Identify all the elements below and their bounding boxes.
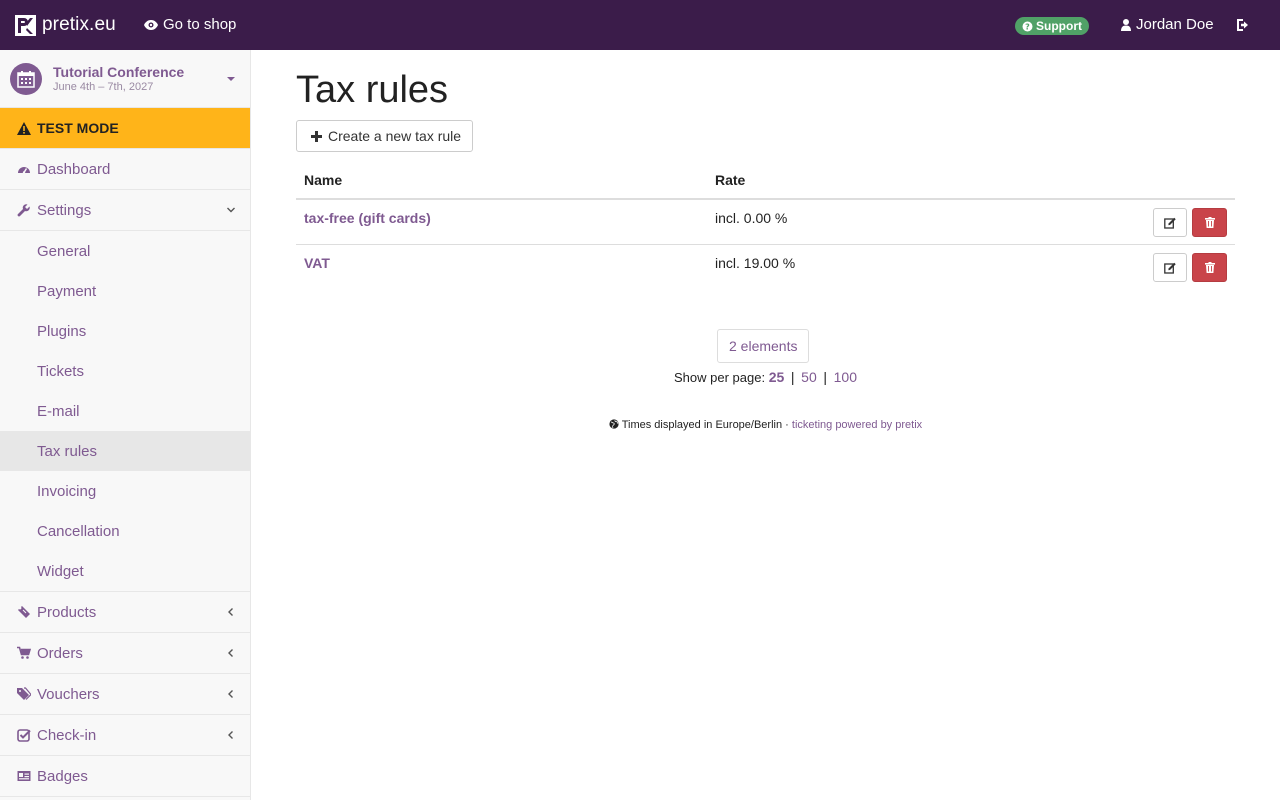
sidebar-item-tax-rules[interactable]: Tax rules xyxy=(0,431,250,471)
per-page-selector: Show per page: 25 | 50 | 100 xyxy=(251,369,1280,385)
sidebar-label-dashboard: Dashboard xyxy=(37,160,111,178)
tax-rule-rate: incl. 0.00 % xyxy=(715,210,788,226)
chevron-left-icon xyxy=(228,608,233,616)
support-label: Support xyxy=(1036,19,1082,33)
sidebar: Tutorial Conference June 4th – 7th, 2027… xyxy=(0,50,251,800)
pretix-powered-link[interactable]: ticketing powered by pretix xyxy=(792,419,922,431)
trash-icon xyxy=(1204,217,1215,228)
footer-timezone: Times displayed in Europe/Berlin xyxy=(621,419,783,431)
chevron-left-icon xyxy=(228,731,233,739)
event-dates: June 4th – 7th, 2027 xyxy=(53,81,154,93)
sidebar-item-general[interactable]: General xyxy=(0,231,250,271)
logout-icon[interactable] xyxy=(1236,18,1250,32)
tax-rules-table: Name Rate tax-free (gift cards) incl. 0.… xyxy=(296,164,1235,290)
chevron-left-icon xyxy=(228,690,233,698)
sidebar-item-badges[interactable]: Badges xyxy=(0,756,250,797)
table-header: Name Rate xyxy=(296,164,1235,200)
per-page-label: Show per page: xyxy=(674,370,766,385)
svg-text:?: ? xyxy=(1025,22,1030,31)
go-to-shop-link[interactable]: Go to shop xyxy=(144,16,236,33)
per-page-separator: | xyxy=(790,369,795,385)
top-navbar: pretix.eu Go to shop ? Support Jordan Do… xyxy=(0,0,1280,50)
edit-icon xyxy=(1164,262,1176,274)
chevron-left-icon xyxy=(228,649,233,657)
tax-rule-rate: incl. 19.00 % xyxy=(715,255,796,271)
trash-icon xyxy=(1204,262,1215,273)
sidebar-label-vouchers: Vouchers xyxy=(37,685,100,703)
sidebar-label-check-in: Check-in xyxy=(37,726,97,744)
pretix-logo-icon xyxy=(15,14,36,36)
brand-name: pretix.eu xyxy=(42,14,116,35)
delete-button[interactable] xyxy=(1192,208,1227,237)
settings-submenu: General Payment Plugins Tickets E-mail T… xyxy=(0,231,250,592)
globe-icon xyxy=(609,419,619,429)
brand-link[interactable]: pretix.eu xyxy=(15,14,116,36)
shopping-cart-icon xyxy=(17,646,31,659)
table-row: tax-free (gift cards) incl. 0.00 % xyxy=(296,200,1235,245)
support-badge[interactable]: ? Support xyxy=(1015,17,1089,35)
tags-icon xyxy=(17,687,31,700)
warning-icon xyxy=(17,121,31,135)
question-circle-icon: ? xyxy=(1022,21,1033,31)
tax-rule-name-link[interactable]: VAT xyxy=(304,255,330,271)
go-to-shop-label: Go to shop xyxy=(163,16,237,33)
test-mode-banner[interactable]: TEST MODE xyxy=(0,108,250,149)
per-page-option-50[interactable]: 50 xyxy=(801,369,817,385)
sidebar-item-dashboard[interactable]: Dashboard xyxy=(0,149,250,190)
page-title: Tax rules xyxy=(296,69,449,111)
edit-icon xyxy=(1164,217,1176,229)
caret-down-icon xyxy=(227,77,235,81)
sidebar-label-products: Products xyxy=(37,603,97,621)
user-name: Jordan Doe xyxy=(1136,16,1214,33)
sidebar-item-widget[interactable]: Widget xyxy=(0,551,250,591)
per-page-separator: | xyxy=(823,369,828,385)
sidebar-label-badges: Badges xyxy=(37,767,88,785)
sidebar-item-email[interactable]: E-mail xyxy=(0,391,250,431)
footer: Times displayed in Europe/Berlin · ticke… xyxy=(251,419,1280,431)
sidebar-item-settings[interactable]: Settings xyxy=(0,190,250,231)
per-page-option-100[interactable]: 100 xyxy=(834,369,857,385)
event-name: Tutorial Conference xyxy=(53,64,185,80)
sidebar-label-orders: Orders xyxy=(37,644,83,662)
sidebar-item-products[interactable]: Products xyxy=(0,592,250,633)
table-row: VAT incl. 19.00 % xyxy=(296,245,1235,290)
event-switcher[interactable]: Tutorial Conference June 4th – 7th, 2027 xyxy=(0,50,250,108)
main-content: Tax rules Create a new tax rule Name Rat… xyxy=(251,50,1280,800)
edit-button[interactable] xyxy=(1153,253,1187,282)
test-mode-label: TEST MODE xyxy=(37,120,119,136)
calendar-icon xyxy=(10,63,42,95)
user-menu-link[interactable]: Jordan Doe xyxy=(1121,16,1214,33)
plus-icon xyxy=(311,130,322,142)
sidebar-item-check-in[interactable]: Check-in xyxy=(0,715,250,756)
delete-button[interactable] xyxy=(1192,253,1227,282)
column-header-rate: Rate xyxy=(715,172,746,188)
create-tax-rule-button[interactable]: Create a new tax rule xyxy=(296,120,474,152)
wrench-icon xyxy=(17,204,30,217)
sidebar-item-tickets[interactable]: Tickets xyxy=(0,351,250,391)
tax-rule-name-link[interactable]: tax-free (gift cards) xyxy=(304,210,431,226)
create-tax-rule-label: Create a new tax rule xyxy=(328,128,462,144)
user-icon xyxy=(1121,18,1131,31)
ticket-icon xyxy=(18,606,30,618)
sidebar-item-plugins[interactable]: Plugins xyxy=(0,311,250,351)
eye-icon xyxy=(144,19,158,30)
element-count: 2 elements xyxy=(717,329,810,363)
sidebar-item-orders[interactable]: Orders xyxy=(0,633,250,674)
sidebar-item-vouchers[interactable]: Vouchers xyxy=(0,674,250,715)
sidebar-item-cancellation[interactable]: Cancellation xyxy=(0,511,250,551)
check-square-icon xyxy=(17,729,31,742)
edit-button[interactable] xyxy=(1153,208,1187,237)
chevron-down-icon xyxy=(227,207,235,213)
sidebar-item-payment[interactable]: Payment xyxy=(0,271,250,311)
sidebar-label-settings: Settings xyxy=(37,201,92,219)
id-card-icon xyxy=(17,771,31,781)
dashboard-icon xyxy=(18,167,30,174)
per-page-option-25[interactable]: 25 xyxy=(769,369,785,385)
sidebar-item-invoicing[interactable]: Invoicing xyxy=(0,471,250,511)
column-header-name: Name xyxy=(304,172,343,188)
footer-separator: · xyxy=(785,419,789,431)
